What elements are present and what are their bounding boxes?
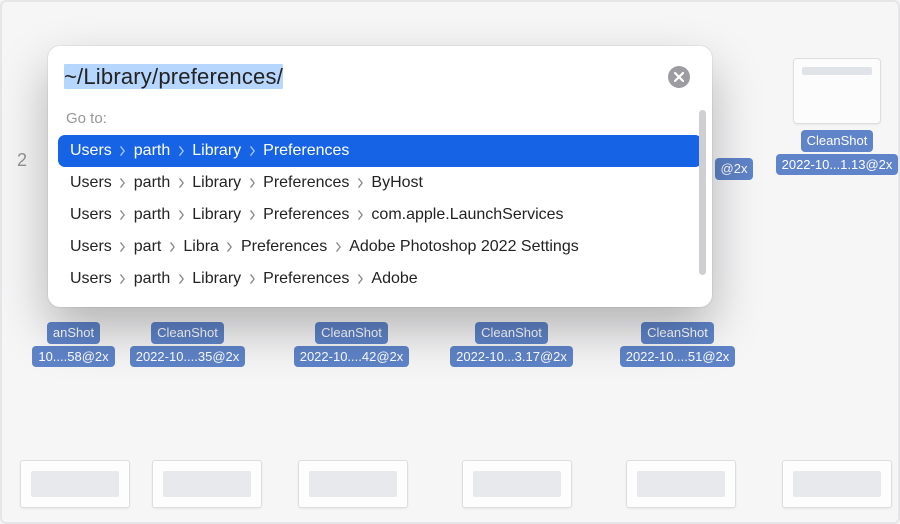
- suggestion-row[interactable]: Users part Libra Preferences Adobe Photoshop…: [58, 231, 702, 263]
- path-segment: Preferences: [239, 238, 329, 256]
- goto-path-input[interactable]: ~/Library/preferences/: [64, 64, 656, 90]
- path-segment: Library: [190, 270, 243, 288]
- path-segment: Users: [68, 238, 114, 256]
- path-segment: Library: [190, 142, 243, 160]
- chevron-right-icon: [223, 242, 237, 252]
- chevron-right-icon: [245, 178, 259, 188]
- suggestion-row[interactable]: Users parth Library Preferences: [58, 135, 702, 167]
- chevron-right-icon: [116, 210, 130, 220]
- suggestion-row[interactable]: Users parth Library Preferences com.apple.La…: [58, 199, 702, 231]
- suggestion-row[interactable]: Users parth Library Preferences ByHost: [58, 167, 702, 199]
- chevron-right-icon: [116, 146, 130, 156]
- path-segment: Libra: [181, 238, 221, 256]
- path-segment: Adobe: [369, 270, 419, 288]
- path-segment: Library: [190, 206, 243, 224]
- path-segment: Preferences: [261, 174, 351, 192]
- path-segment: part: [132, 238, 164, 256]
- clear-input-button[interactable]: [668, 66, 690, 88]
- goto-body: Go to: UsersparthLibraryPreferencesUsers…: [48, 100, 712, 307]
- chevron-right-icon: [245, 210, 259, 220]
- goto-input-row: ~/Library/preferences/: [48, 46, 712, 100]
- suggestions-list: Users parth Library Preferences Users parth Li…: [52, 135, 708, 295]
- goto-folder-dialog: ~/Library/preferences/ Go to: Users parth…: [48, 46, 712, 307]
- path-segment: Preferences: [261, 206, 351, 224]
- path-segment: parth: [132, 206, 172, 224]
- path-segment: parth: [132, 142, 172, 160]
- chevron-right-icon: [174, 210, 188, 220]
- path-segment: Users: [68, 174, 114, 192]
- dialog-scrollbar[interactable]: [699, 110, 706, 275]
- chevron-right-icon: [174, 178, 188, 188]
- chevron-right-icon: [353, 210, 367, 220]
- path-segment: Library: [190, 174, 243, 192]
- path-segment: parth: [132, 174, 172, 192]
- chevron-right-icon: [353, 178, 367, 188]
- path-segment: Users: [68, 142, 114, 160]
- chevron-right-icon: [116, 178, 130, 188]
- chevron-right-icon: [174, 274, 188, 284]
- close-icon: [674, 72, 684, 82]
- path-segment: com.apple.LaunchServices: [369, 206, 565, 224]
- chevron-right-icon: [174, 146, 188, 156]
- chevron-right-icon: [165, 242, 179, 252]
- path-segment: Preferences: [261, 142, 351, 160]
- suggestion-row[interactable]: Users parth Library Preferences Adobe: [58, 263, 702, 295]
- path-segment: parth: [132, 270, 172, 288]
- path-segment: Adobe Photoshop 2022 Settings: [347, 238, 581, 256]
- path-segment: Users: [68, 206, 114, 224]
- chevron-right-icon: [245, 146, 259, 156]
- chevron-right-icon: [331, 242, 345, 252]
- goto-section-label: Go to:: [52, 104, 708, 135]
- chevron-right-icon: [116, 242, 130, 252]
- chevron-right-icon: [116, 274, 130, 284]
- chevron-right-icon: [245, 274, 259, 284]
- path-segment: Preferences: [261, 270, 351, 288]
- chevron-right-icon: [353, 274, 367, 284]
- path-segment: ByHost: [369, 174, 425, 192]
- path-segment: Users: [68, 270, 114, 288]
